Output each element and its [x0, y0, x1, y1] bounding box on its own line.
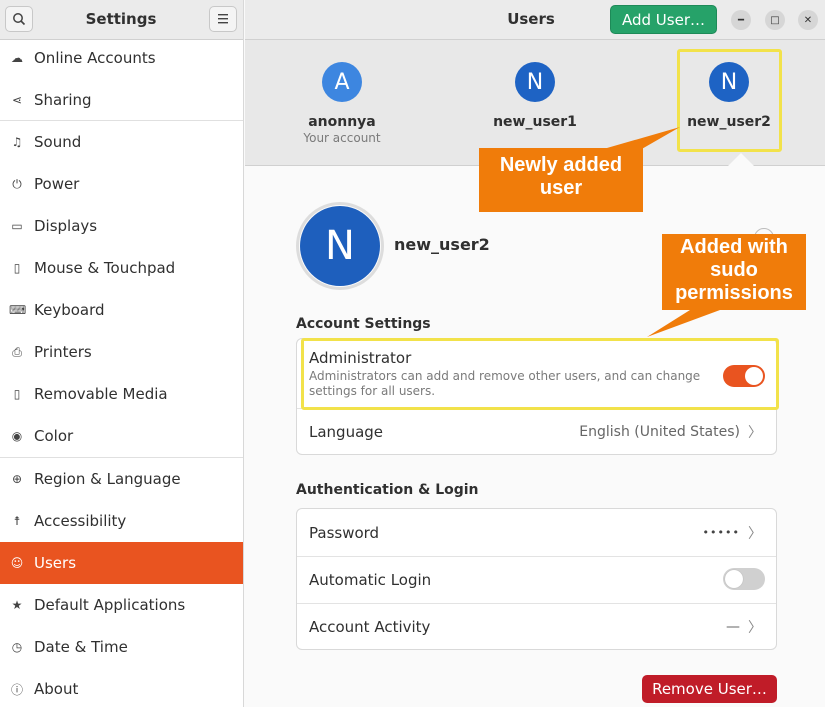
highlight-administrator — [301, 338, 779, 410]
callout-pointer-new-user — [600, 127, 680, 150]
callout-sudo: Added with sudo permissions — [662, 234, 806, 310]
callout-newly-added: Newly added user — [479, 148, 643, 212]
callout-pointer-sudo — [647, 310, 720, 337]
